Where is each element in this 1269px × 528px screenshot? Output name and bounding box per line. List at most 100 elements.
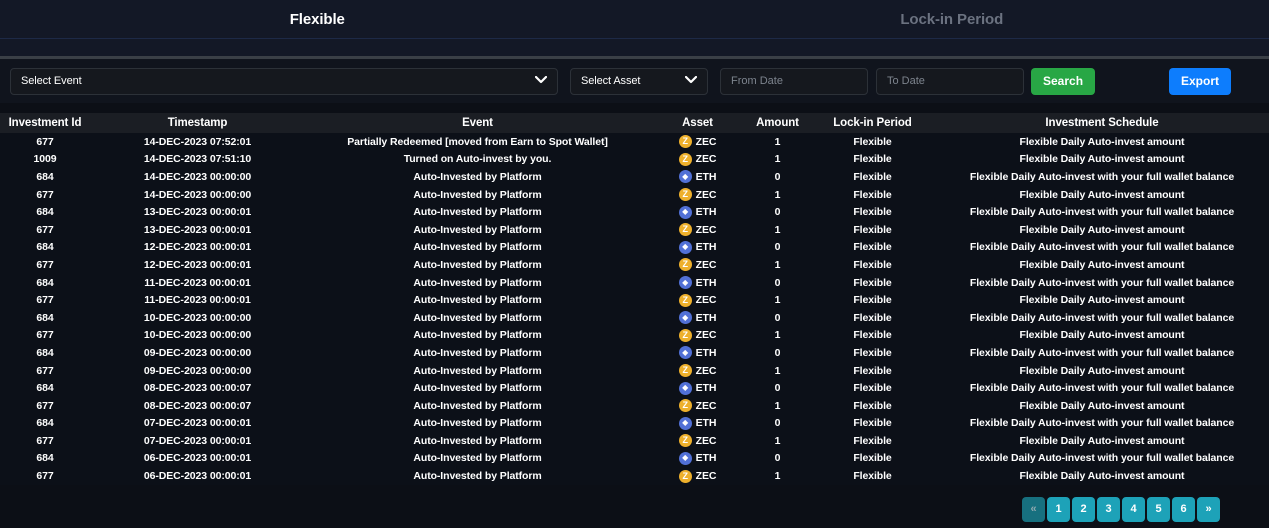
to-date-input[interactable] [887, 75, 1013, 87]
asset-symbol: ETH [696, 277, 717, 289]
select-event-dropdown[interactable]: Select Event [10, 68, 558, 95]
cell-investment-schedule: Flexible Daily Auto-invest with your ful… [935, 452, 1269, 464]
table-row: 684 13-DEC-2023 00:00:01 Auto-Invested b… [0, 203, 1269, 221]
cell-amount: 1 [745, 329, 810, 341]
select-asset-dropdown[interactable]: Select Asset [570, 68, 708, 95]
cell-event: Turned on Auto-invest by you. [305, 153, 650, 165]
cell-asset: ◆ ETH [650, 241, 745, 254]
asset-symbol: ETH [696, 417, 717, 429]
cell-timestamp: 14-DEC-2023 00:00:00 [90, 189, 305, 201]
cell-asset: ◆ ETH [650, 346, 745, 359]
cell-amount: 1 [745, 259, 810, 271]
cell-asset: ◆ ETH [650, 417, 745, 430]
cell-event: Auto-Invested by Platform [305, 224, 650, 236]
asset-symbol: ZEC [696, 400, 717, 412]
column-header-timestamp: Timestamp [90, 117, 305, 129]
pagination: «123456» [1022, 497, 1220, 522]
cell-investment-id: 684 [0, 312, 90, 324]
search-button[interactable]: Search [1031, 68, 1095, 95]
cell-investment-id: 684 [0, 382, 90, 394]
asset-symbol: ZEC [696, 136, 717, 148]
tabbar-subband [0, 39, 1269, 56]
cell-investment-id: 677 [0, 329, 90, 341]
cell-amount: 1 [745, 365, 810, 377]
cell-investment-schedule: Flexible Daily Auto-invest amount [935, 294, 1269, 306]
tab-flexible[interactable]: Flexible [0, 0, 635, 38]
asset-symbol: ZEC [696, 294, 717, 306]
eth-coin-icon: ◆ [679, 452, 692, 465]
cell-amount: 1 [745, 136, 810, 148]
cell-asset: ◆ ETH [650, 382, 745, 395]
cell-investment-schedule: Flexible Daily Auto-invest amount [935, 470, 1269, 482]
tab-lock-in-period[interactable]: Lock-in Period [635, 0, 1269, 38]
asset-symbol: ETH [696, 452, 717, 464]
cell-event: Partially Redeemed [moved from Earn to S… [305, 136, 650, 148]
cell-event: Auto-Invested by Platform [305, 400, 650, 412]
filter-toolbar: Select Event Select Asset Search Export [0, 59, 1269, 103]
cell-investment-schedule: Flexible Daily Auto-invest amount [935, 189, 1269, 201]
table-header-row: Investment Id Timestamp Event Asset Amou… [0, 113, 1269, 133]
table-row: 677 14-DEC-2023 00:00:00 Auto-Invested b… [0, 186, 1269, 204]
cell-investment-schedule: Flexible Daily Auto-invest with your ful… [935, 382, 1269, 394]
cell-event: Auto-Invested by Platform [305, 470, 650, 482]
pagination-next-button[interactable]: » [1197, 497, 1220, 522]
zec-coin-icon: Z [679, 153, 692, 166]
pagination-page-5[interactable]: 5 [1147, 497, 1170, 522]
cell-asset: Z ZEC [650, 434, 745, 447]
cell-investment-schedule: Flexible Daily Auto-invest with your ful… [935, 347, 1269, 359]
cell-asset: Z ZEC [650, 294, 745, 307]
cell-event: Auto-Invested by Platform [305, 329, 650, 341]
cell-lock-in-period: Flexible [810, 206, 935, 218]
cell-investment-id: 677 [0, 365, 90, 377]
pagination-prev-button[interactable]: « [1022, 497, 1045, 522]
cell-event: Auto-Invested by Platform [305, 452, 650, 464]
cell-asset: Z ZEC [650, 470, 745, 483]
cell-event: Auto-Invested by Platform [305, 294, 650, 306]
cell-investment-id: 684 [0, 171, 90, 183]
export-button[interactable]: Export [1169, 68, 1231, 95]
cell-lock-in-period: Flexible [810, 153, 935, 165]
cell-investment-schedule: Flexible Daily Auto-invest amount [935, 435, 1269, 447]
table-row: 684 12-DEC-2023 00:00:01 Auto-Invested b… [0, 239, 1269, 257]
eth-coin-icon: ◆ [679, 311, 692, 324]
table-row: 1009 14-DEC-2023 07:51:10 Turned on Auto… [0, 151, 1269, 169]
from-date-input[interactable] [731, 75, 857, 87]
cell-amount: 0 [745, 277, 810, 289]
cell-amount: 0 [745, 312, 810, 324]
pagination-page-1[interactable]: 1 [1047, 497, 1070, 522]
cell-timestamp: 14-DEC-2023 00:00:00 [90, 171, 305, 183]
cell-lock-in-period: Flexible [810, 365, 935, 377]
cell-amount: 0 [745, 347, 810, 359]
cell-amount: 0 [745, 452, 810, 464]
table-body: 677 14-DEC-2023 07:52:01 Partially Redee… [0, 133, 1269, 485]
cell-investment-id: 684 [0, 241, 90, 253]
cell-investment-id: 677 [0, 470, 90, 482]
cell-investment-id: 677 [0, 189, 90, 201]
asset-symbol: ETH [696, 171, 717, 183]
cell-timestamp: 07-DEC-2023 00:00:01 [90, 435, 305, 447]
cell-asset: Z ZEC [650, 153, 745, 166]
cell-lock-in-period: Flexible [810, 224, 935, 236]
cell-timestamp: 07-DEC-2023 00:00:01 [90, 417, 305, 429]
cell-lock-in-period: Flexible [810, 294, 935, 306]
cell-investment-id: 684 [0, 417, 90, 429]
pagination-page-3[interactable]: 3 [1097, 497, 1120, 522]
pagination-page-6[interactable]: 6 [1172, 497, 1195, 522]
table-row: 684 06-DEC-2023 00:00:01 Auto-Invested b… [0, 450, 1269, 468]
cell-asset: Z ZEC [650, 364, 745, 377]
column-header-investment-id: Investment Id [0, 117, 90, 129]
cell-event: Auto-Invested by Platform [305, 189, 650, 201]
cell-asset: Z ZEC [650, 223, 745, 236]
cell-investment-id: 677 [0, 400, 90, 412]
cell-asset: Z ZEC [650, 135, 745, 148]
cell-amount: 0 [745, 382, 810, 394]
pagination-page-2[interactable]: 2 [1072, 497, 1095, 522]
select-event-value: Select Event [21, 75, 82, 87]
table-row: 684 07-DEC-2023 00:00:01 Auto-Invested b… [0, 415, 1269, 433]
cell-amount: 0 [745, 171, 810, 183]
cell-lock-in-period: Flexible [810, 312, 935, 324]
cell-lock-in-period: Flexible [810, 400, 935, 412]
cell-investment-schedule: Flexible Daily Auto-invest with your ful… [935, 417, 1269, 429]
zec-coin-icon: Z [679, 223, 692, 236]
pagination-page-4[interactable]: 4 [1122, 497, 1145, 522]
